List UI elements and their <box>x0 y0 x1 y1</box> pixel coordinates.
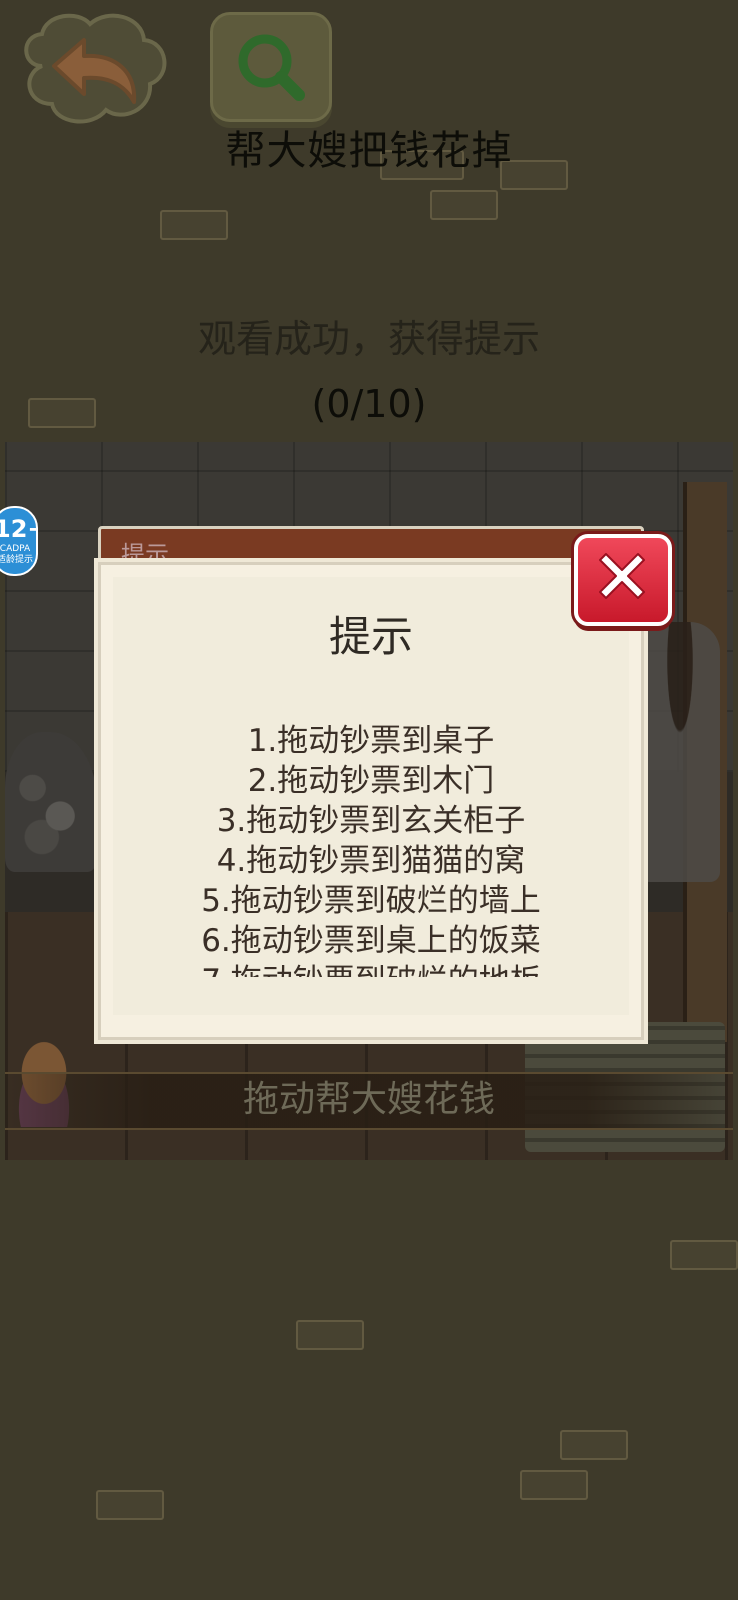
coin-pile <box>5 732 97 872</box>
reward-message: 观看成功，获得提示 <box>197 317 540 361</box>
back-button[interactable] <box>12 6 172 128</box>
background-note <box>160 210 228 240</box>
hint-counter: (0/10) <box>311 382 427 426</box>
hint-item: 1.拖动钞票到桌子 <box>247 723 495 759</box>
hint-search-button[interactable] <box>210 12 332 122</box>
background-note <box>296 1320 364 1350</box>
background-note <box>560 1430 628 1460</box>
background-note <box>96 1490 164 1520</box>
dialog-content: 提示 1.拖动钞票到桌子 2.拖动钞票到木门 3.拖动钞票到玄关柜子 4.拖动钞… <box>113 577 629 1015</box>
hint-item: 4.拖动钞票到猫猫的窝 <box>216 843 526 879</box>
hint-dialog: 提示 1.拖动钞票到桌子 2.拖动钞票到木门 3.拖动钞票到玄关柜子 4.拖动钞… <box>98 562 644 1040</box>
background-note <box>520 1470 588 1500</box>
character-man <box>640 622 720 882</box>
instruction-text: 拖动帮大嫂花钱 <box>242 1079 495 1120</box>
level-title: 帮大嫂把钱花掉 <box>225 128 513 174</box>
back-arrow-icon <box>24 13 167 124</box>
age-rating-org: CADPA <box>0 544 31 554</box>
age-rating-badge[interactable]: 12+ CADPA 适龄提示 <box>0 506 38 576</box>
background-note <box>430 190 498 220</box>
magnifier-icon <box>238 34 305 101</box>
background-note <box>670 1240 738 1270</box>
close-button[interactable] <box>574 534 672 626</box>
age-rating: 12+ <box>0 515 36 543</box>
dialog-title: 提示 <box>328 612 413 661</box>
hint-item: 3.拖动钞票到玄关柜子 <box>216 803 526 839</box>
hint-item: 5.拖动钞票到破烂的墙上 <box>201 883 541 919</box>
hint-item: 6.拖动钞票到桌上的饭菜 <box>201 923 541 959</box>
hint-item: 7.拖动钞票到破烂的地板 <box>113 961 629 977</box>
age-rating-note: 适龄提示 <box>0 555 33 565</box>
close-x-icon <box>599 553 645 599</box>
hint-item: 2.拖动钞票到木门 <box>247 763 495 799</box>
hint-list[interactable]: 1.拖动钞票到桌子 2.拖动钞票到木门 3.拖动钞票到玄关柜子 4.拖动钞票到猫… <box>113 721 629 977</box>
